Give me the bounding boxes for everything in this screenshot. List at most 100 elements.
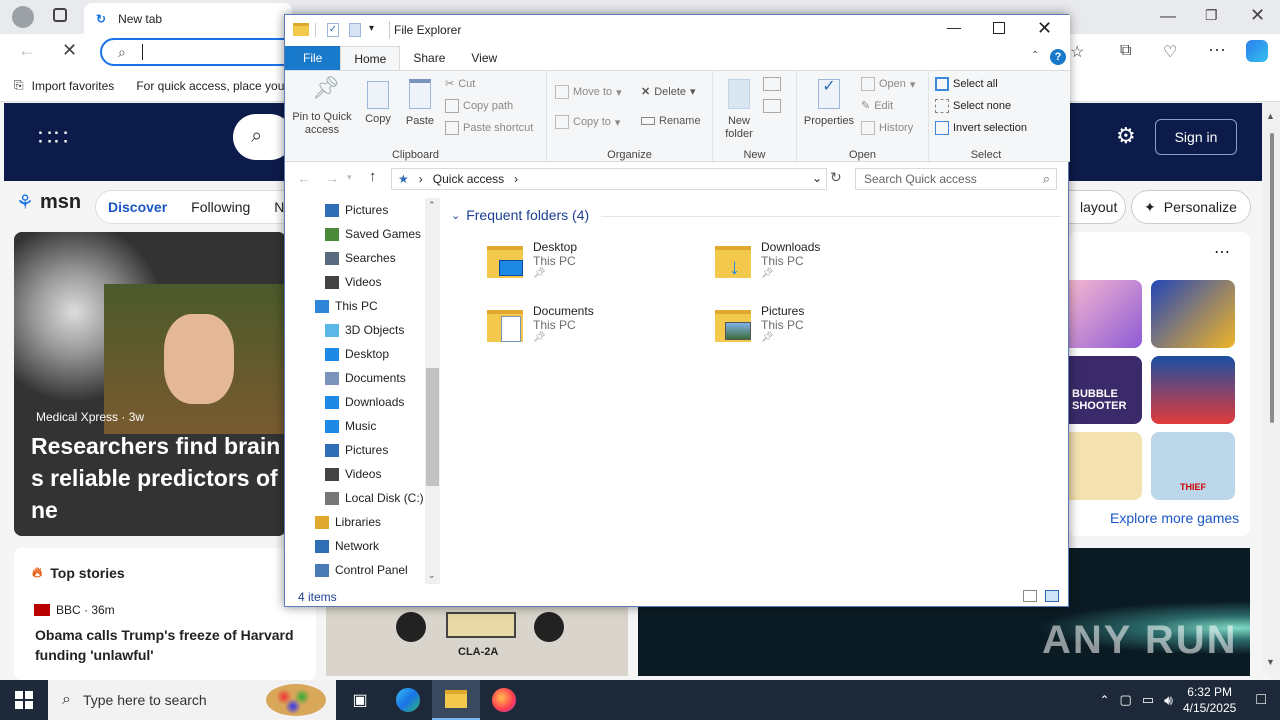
- rename-button[interactable]: Rename: [641, 115, 701, 127]
- new-item-icon[interactable]: [763, 77, 781, 91]
- show-hidden-icons-icon[interactable]: ⌃: [1099, 693, 1109, 707]
- select-all-button[interactable]: Select all: [935, 77, 998, 91]
- device-icon[interactable]: ▢: [1120, 692, 1132, 708]
- nav-item[interactable]: Searches: [285, 246, 441, 270]
- game-tile-bubble-shooter[interactable]: BUBBLE SHOOTER: [1068, 356, 1142, 424]
- folder-desktop[interactable]: Desktop This PC 📌︎: [485, 240, 577, 280]
- network-icon[interactable]: ▭: [1142, 692, 1154, 708]
- tab-home[interactable]: Home: [340, 46, 401, 70]
- folder-pictures[interactable]: Pictures This PC 📌︎: [713, 304, 804, 344]
- nav-item[interactable]: Videos: [285, 462, 441, 486]
- paste-button[interactable]: Paste: [403, 77, 437, 128]
- open-button[interactable]: Open ▾: [861, 77, 915, 91]
- game-tile-thief[interactable]: THIEF: [1151, 432, 1235, 500]
- games-more-icon[interactable]: ⋯: [1214, 242, 1230, 262]
- start-button[interactable]: [0, 680, 48, 720]
- nav-scroll-thumb[interactable]: [426, 368, 439, 486]
- nav-discover[interactable]: Discover: [108, 199, 167, 215]
- scroll-up-icon[interactable]: ▲: [1266, 111, 1275, 121]
- apps-grid-icon[interactable]: ∷∷: [38, 125, 70, 151]
- back-icon[interactable]: ←: [18, 40, 36, 61]
- nav-item[interactable]: Pictures: [285, 198, 441, 222]
- scroll-thumb[interactable]: [1270, 133, 1274, 423]
- layout-button[interactable]: layout: [1068, 190, 1126, 224]
- refresh-icon[interactable]: ↻: [830, 169, 842, 186]
- add-favorite-icon[interactable]: ☆: [1070, 42, 1084, 62]
- tab-actions-icon[interactable]: [53, 8, 67, 22]
- nav-item[interactable]: Music: [285, 414, 441, 438]
- nav-item[interactable]: This PC: [285, 294, 441, 318]
- delete-button[interactable]: ✕ Delete ▾: [641, 85, 696, 99]
- minimize-button[interactable]: —: [947, 19, 961, 35]
- nav-item[interactable]: Saved Games: [285, 222, 441, 246]
- file-explorer-taskbar-icon[interactable]: [432, 680, 480, 720]
- cut-button[interactable]: ✂ Cut: [445, 77, 475, 91]
- explore-more-games-link[interactable]: Explore more games: [1110, 510, 1239, 526]
- task-view-icon[interactable]: ▣: [336, 680, 384, 720]
- restore-browser-icon[interactable]: ❐: [1205, 7, 1218, 24]
- hero-headline[interactable]: Researchers find brain s reliable predic…: [31, 430, 286, 526]
- game-tile-jewels[interactable]: [1151, 280, 1235, 348]
- address-path-bar[interactable]: ★ › Quick access › ⌄: [391, 168, 827, 190]
- nav-scroll-up-icon[interactable]: ⌃: [428, 200, 436, 211]
- nav-item[interactable]: Videos: [285, 270, 441, 294]
- story-headline[interactable]: Obama calls Trump's freeze of Harvard fu…: [35, 625, 295, 665]
- game-tile-doge[interactable]: [1068, 432, 1142, 500]
- tab-new-tab[interactable]: ↻ New tab: [84, 3, 292, 34]
- collapse-ribbon-icon[interactable]: ⌃: [1031, 50, 1039, 61]
- nav-item[interactable]: Libraries: [285, 510, 441, 534]
- browser-essentials-icon[interactable]: ♡: [1163, 42, 1177, 62]
- nav-item[interactable]: Desktop: [285, 342, 441, 366]
- new-folder-quick-icon[interactable]: [349, 23, 361, 37]
- nav-item[interactable]: Pictures: [285, 438, 441, 462]
- msn-settings-icon[interactable]: ⚙: [1116, 123, 1136, 149]
- browser-scrollbar[interactable]: ▲ ▼: [1262, 103, 1280, 673]
- stop-loading-icon[interactable]: ✕: [62, 40, 77, 61]
- help-icon[interactable]: ?: [1050, 49, 1066, 65]
- easy-access-icon[interactable]: [763, 99, 781, 113]
- move-to-button[interactable]: Move to ▾: [555, 85, 622, 99]
- new-folder-button[interactable]: New folder: [719, 77, 759, 141]
- select-none-button[interactable]: Select none: [935, 99, 1011, 113]
- copy-path-button[interactable]: Copy path: [445, 99, 513, 113]
- up-folder-icon[interactable]: ↑: [369, 168, 377, 185]
- address-dropdown-icon[interactable]: ⌄: [812, 171, 822, 185]
- tab-share[interactable]: Share: [400, 46, 458, 70]
- properties-button[interactable]: ✓ Properties: [801, 77, 857, 128]
- close-browser-icon[interactable]: ✕: [1250, 5, 1265, 26]
- game-tile-blocks[interactable]: [1151, 356, 1235, 424]
- nav-item[interactable]: Local Disk (C:): [285, 486, 441, 510]
- address-bar[interactable]: ⌕: [100, 38, 300, 66]
- personalize-button[interactable]: ✦ Personalize: [1131, 190, 1251, 224]
- back-nav-icon[interactable]: ←: [297, 170, 311, 186]
- tab-view[interactable]: View: [458, 46, 510, 70]
- scroll-down-icon[interactable]: ▼: [1266, 657, 1275, 667]
- hero-article-card[interactable]: Medical Xpress · 3w Researchers find bra…: [14, 232, 286, 536]
- large-icons-view-icon[interactable]: [1045, 590, 1059, 602]
- import-favorites-link[interactable]: ⎘ Import favorites: [14, 78, 114, 93]
- volume-icon[interactable]: 🔊︎: [1164, 692, 1173, 709]
- nav-scrollbar[interactable]: ⌃ ⌄: [425, 198, 440, 584]
- maximize-button[interactable]: [993, 22, 1005, 34]
- settings-more-icon[interactable]: ⋯: [1208, 40, 1226, 61]
- breadcrumb-quick-access[interactable]: Quick access: [433, 172, 504, 186]
- copy-to-button[interactable]: Copy to ▾: [555, 115, 620, 129]
- tab-file[interactable]: File: [285, 46, 341, 70]
- nav-item[interactable]: Control Panel: [285, 558, 441, 582]
- frequent-folders-header[interactable]: ⌄ Frequent folders (4): [451, 207, 589, 223]
- notifications-icon[interactable]: □: [1256, 691, 1266, 709]
- profile-avatar[interactable]: [12, 6, 34, 28]
- customize-qat-icon[interactable]: ▾: [369, 23, 374, 34]
- msn-sign-in-button[interactable]: Sign in: [1155, 119, 1237, 155]
- nav-item[interactable]: Documents: [285, 366, 441, 390]
- nav-more[interactable]: N: [274, 199, 284, 215]
- clock[interactable]: 6:32 PM 4/15/2025: [1183, 684, 1236, 716]
- properties-quick-icon[interactable]: ✓: [327, 23, 339, 37]
- paste-shortcut-button[interactable]: Paste shortcut: [445, 121, 533, 135]
- copy-button[interactable]: Copy: [361, 77, 395, 126]
- history-button[interactable]: History: [861, 121, 913, 135]
- edit-button[interactable]: ✎ Edit: [861, 99, 893, 113]
- nav-item[interactable]: Downloads: [285, 390, 441, 414]
- close-button[interactable]: ✕: [1037, 18, 1052, 39]
- folder-documents[interactable]: Documents This PC 📌︎: [485, 304, 594, 344]
